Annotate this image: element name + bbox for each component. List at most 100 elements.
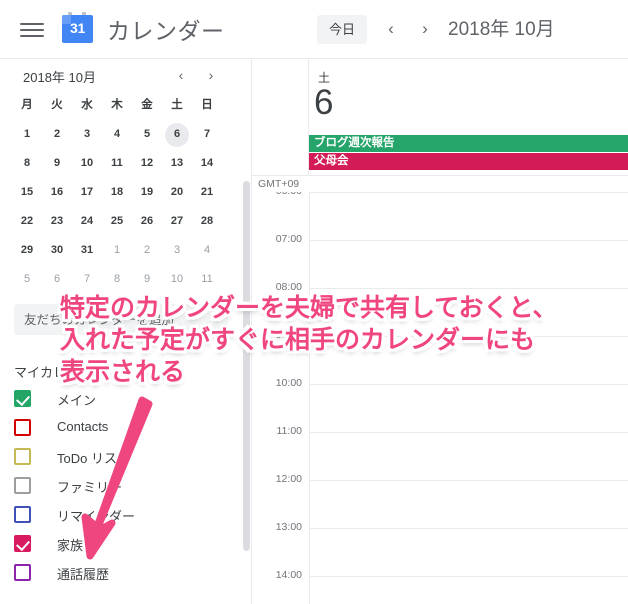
google-calendar-logo-icon[interactable]: 31 bbox=[62, 12, 93, 43]
mini-calendar-day[interactable]: 28 bbox=[192, 207, 222, 236]
mini-calendar-day[interactable]: 17 bbox=[72, 178, 102, 207]
hour-row[interactable]: 11:00 bbox=[252, 425, 628, 480]
mini-calendar-day[interactable]: 5 bbox=[12, 265, 42, 294]
hamburger-bar-3 bbox=[20, 35, 44, 37]
mini-calendar-day[interactable]: 7 bbox=[192, 120, 222, 149]
mini-calendar-day-label: 28 bbox=[200, 215, 214, 227]
mini-calendar-day[interactable]: 7 bbox=[72, 265, 102, 294]
mini-calendar-day[interactable]: 27 bbox=[162, 207, 192, 236]
mini-calendar-day[interactable]: 23 bbox=[42, 207, 72, 236]
mini-calendar-next-icon[interactable]: › bbox=[200, 64, 222, 86]
calendar-name-label: メイン bbox=[57, 393, 97, 408]
mini-calendar-day[interactable]: 9 bbox=[132, 265, 162, 294]
calendar-checkbox[interactable] bbox=[14, 448, 31, 465]
add-friend-calendar-search[interactable] bbox=[14, 304, 228, 335]
mini-calendar-day[interactable]: 24 bbox=[72, 207, 102, 236]
hour-gridline bbox=[309, 240, 628, 241]
calendar-list-item[interactable]: メイン bbox=[0, 384, 240, 413]
mini-calendar-day-label: 8 bbox=[113, 273, 121, 285]
mini-calendar-day[interactable]: 4 bbox=[192, 236, 222, 265]
mini-calendar-day[interactable]: 8 bbox=[12, 149, 42, 178]
mini-calendar-day-label: 5 bbox=[143, 128, 151, 140]
next-period-icon[interactable]: › bbox=[412, 16, 438, 42]
mini-calendar-day-label: 3 bbox=[83, 128, 91, 140]
calendar-checkbox[interactable] bbox=[14, 535, 31, 552]
calendar-list-item[interactable]: リマインダー bbox=[0, 500, 240, 529]
mini-calendar-day[interactable]: 12 bbox=[132, 149, 162, 178]
mini-calendar-day-label: 19 bbox=[140, 186, 154, 198]
mini-calendar-day[interactable]: 11 bbox=[192, 265, 222, 294]
mini-calendar-weekday: 水 bbox=[81, 99, 93, 111]
mini-calendar-day[interactable]: 1 bbox=[12, 120, 42, 149]
hamburger-menu-icon[interactable] bbox=[18, 16, 46, 44]
previous-period-icon[interactable]: ‹ bbox=[378, 16, 404, 42]
mini-calendar-day[interactable]: 14 bbox=[192, 149, 222, 178]
day-header-separator bbox=[252, 175, 628, 176]
mini-calendar-day[interactable]: 19 bbox=[132, 178, 162, 207]
calendar-list-item[interactable]: ファミリー bbox=[0, 471, 240, 500]
mini-calendar-weekday: 日 bbox=[201, 99, 213, 111]
top-app-bar: 31 カレンダー 今日 ‹ › 2018年 10月 bbox=[0, 0, 628, 59]
mini-calendar-day[interactable]: 30 bbox=[42, 236, 72, 265]
sidebar-scrollbar[interactable] bbox=[243, 59, 250, 604]
mini-calendar-day[interactable]: 1 bbox=[102, 236, 132, 265]
calendar-name-label: 家族 bbox=[57, 538, 84, 553]
mini-calendar-day[interactable]: 10 bbox=[162, 265, 192, 294]
mini-calendar-day-label: 30 bbox=[50, 244, 64, 256]
today-button[interactable]: 今日 bbox=[317, 15, 368, 44]
mini-calendar-prev-icon[interactable]: ‹ bbox=[170, 64, 192, 86]
mini-calendar-day[interactable]: 2 bbox=[132, 236, 162, 265]
mini-calendar-day[interactable]: 9 bbox=[42, 149, 72, 178]
calendar-checkbox[interactable] bbox=[14, 477, 31, 494]
hour-row[interactable]: 07:00 bbox=[252, 233, 628, 288]
hour-row[interactable]: 12:00 bbox=[252, 473, 628, 528]
mini-calendar-day-selected[interactable]: 6 bbox=[162, 120, 192, 149]
mini-calendar-day[interactable]: 18 bbox=[102, 178, 132, 207]
hour-row[interactable]: 14:00 bbox=[252, 569, 628, 604]
mini-calendar-day[interactable]: 11 bbox=[102, 149, 132, 178]
hour-row[interactable]: 13:00 bbox=[252, 521, 628, 576]
all-day-event[interactable]: ブログ週次報告 bbox=[309, 135, 628, 152]
mini-calendar-day[interactable]: 6 bbox=[42, 265, 72, 294]
mini-calendar-day[interactable]: 10 bbox=[72, 149, 102, 178]
search-input[interactable] bbox=[14, 304, 228, 335]
mini-calendar-day[interactable]: 3 bbox=[162, 236, 192, 265]
hour-row[interactable]: 10:00 bbox=[252, 377, 628, 432]
calendar-list-item[interactable]: 家族 bbox=[0, 529, 240, 558]
all-day-event[interactable]: 父母会 bbox=[309, 153, 628, 170]
checkmark-icon bbox=[16, 391, 30, 407]
mini-calendar-day-label: 6 bbox=[173, 128, 181, 140]
mini-calendar-day[interactable]: 8 bbox=[102, 265, 132, 294]
mini-calendar-day[interactable]: 21 bbox=[192, 178, 222, 207]
mini-calendar-day[interactable]: 29 bbox=[12, 236, 42, 265]
mini-calendar-day[interactable]: 26 bbox=[132, 207, 162, 236]
mini-calendar-day-label: 15 bbox=[20, 186, 34, 198]
mini-calendar-day[interactable]: 22 bbox=[12, 207, 42, 236]
calendar-checkbox[interactable] bbox=[14, 506, 31, 523]
calendar-checkbox[interactable] bbox=[14, 419, 31, 436]
hour-label: 12:00 bbox=[275, 473, 302, 485]
mini-calendar-day[interactable]: 3 bbox=[72, 120, 102, 149]
mini-calendar-day[interactable]: 4 bbox=[102, 120, 132, 149]
mini-calendar-day[interactable]: 13 bbox=[162, 149, 192, 178]
day-number-label[interactable]: 6 bbox=[314, 81, 333, 125]
mini-calendar-day[interactable]: 15 bbox=[12, 178, 42, 207]
calendar-checkbox[interactable] bbox=[14, 564, 31, 581]
time-grid[interactable]: 06:00 07:00 08:00 09:00 10:00 11:00 12:00 13:00… bbox=[252, 192, 628, 604]
hour-row[interactable]: 08:00 bbox=[252, 281, 628, 336]
mini-calendar-day[interactable]: 5 bbox=[132, 120, 162, 149]
mini-calendar-day[interactable]: 2 bbox=[42, 120, 72, 149]
hour-row[interactable]: 06:00 bbox=[252, 192, 628, 240]
sidebar-scrollbar-thumb[interactable] bbox=[243, 181, 250, 551]
hour-row[interactable]: 09:00 bbox=[252, 329, 628, 384]
mini-calendar-day[interactable]: 16 bbox=[42, 178, 72, 207]
calendar-checkbox[interactable] bbox=[14, 390, 31, 407]
calendar-list-item[interactable]: 通話履歴 bbox=[0, 558, 240, 587]
hour-label: 07:00 bbox=[275, 233, 302, 245]
calendar-list-item[interactable]: Contacts bbox=[0, 413, 240, 442]
calendar-list-item[interactable]: ToDo リスト bbox=[0, 442, 240, 471]
mini-calendar-day[interactable]: 31 bbox=[72, 236, 102, 265]
mini-calendar-day[interactable]: 20 bbox=[162, 178, 192, 207]
mini-calendar-day[interactable]: 25 bbox=[102, 207, 132, 236]
mini-calendar-day-label: 10 bbox=[170, 273, 184, 285]
